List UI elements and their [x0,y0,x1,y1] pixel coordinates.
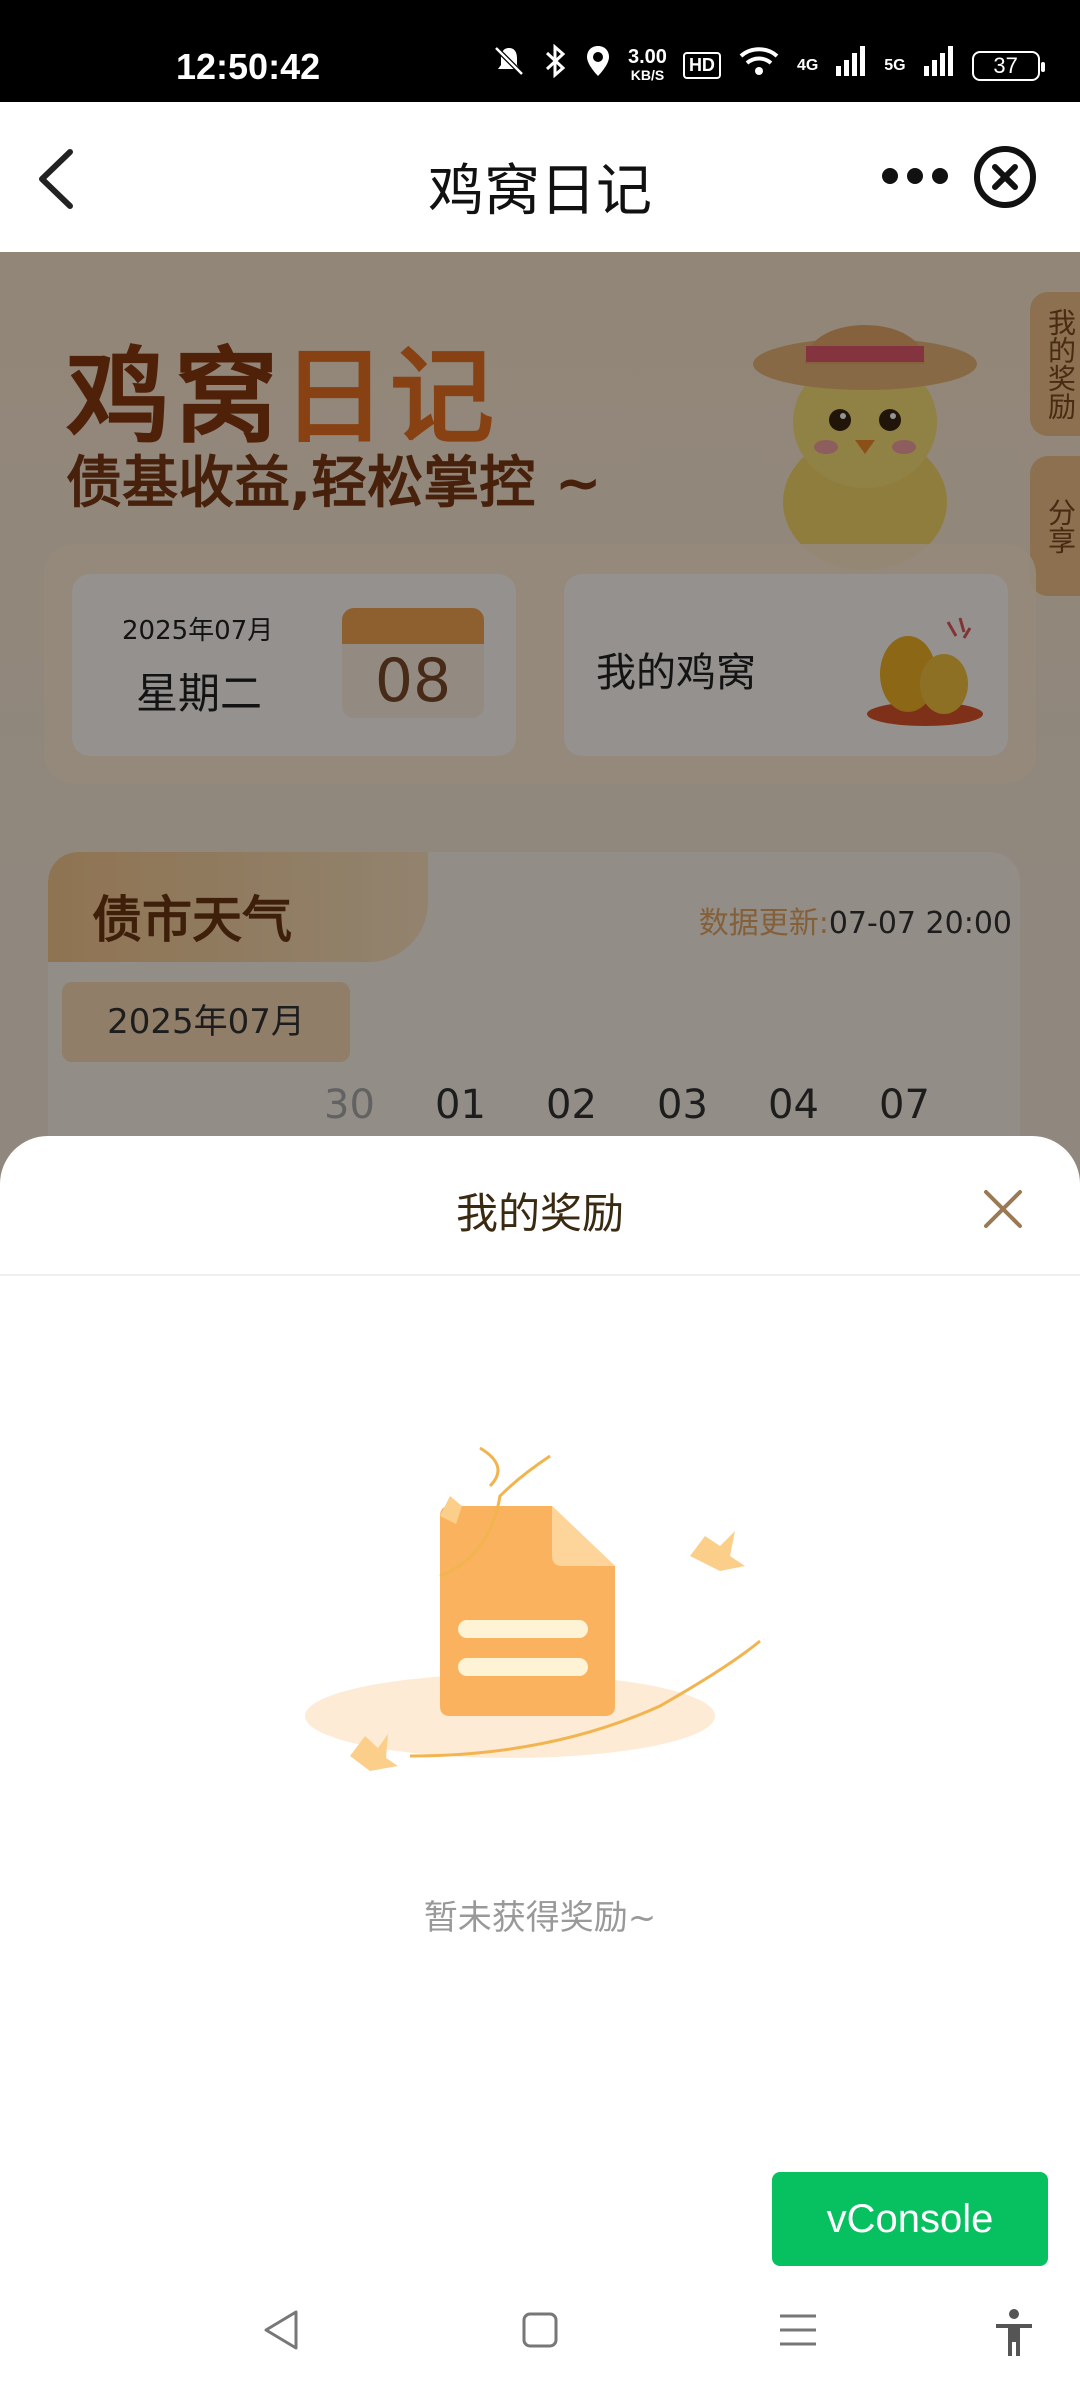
more-icon[interactable] [880,156,950,196]
signal-5g-label: 5G [884,56,906,74]
wifi-icon [737,44,781,87]
empty-document-icon [290,1436,790,1836]
signal-4g-label: 4G [796,56,819,74]
status-icons: 3.00 KB/S HD 4G 5G 37 [492,43,1045,87]
nav-home-icon[interactable] [520,2308,560,2352]
signal-icon [834,44,868,87]
nav-bar: 鸡窝日记 [0,102,1080,252]
close-miniprogram-icon[interactable] [972,144,1038,210]
empty-state-text: 暂未获得奖励~ [423,1898,657,1938]
network-speed: 3.00 KB/S [628,45,667,83]
mute-bell-icon [492,44,526,87]
reward-sheet: 我的奖励 暂未获得奖励~ [0,1136,1080,2266]
status-time: 12:50:42 [176,46,321,87]
signal-icon [922,44,956,87]
system-nav-bar [0,2266,1080,2400]
vconsole-button[interactable]: vConsole [772,2172,1048,2266]
status-bar: 12:50:42 3.00 KB/S HD 4G 5G 37 [0,0,1080,102]
hd-icon: HD [682,52,721,79]
nav-back-icon[interactable] [262,2308,302,2352]
battery-icon: 37 [971,50,1045,81]
accessibility-icon[interactable] [992,2308,1036,2358]
sheet-divider [0,1274,1080,1276]
sheet-title: 我的奖励 [455,1189,624,1238]
nav-menu-icon[interactable] [776,2308,820,2352]
bluetooth-icon [542,43,568,87]
close-icon[interactable] [978,1184,1028,1234]
location-icon [584,44,612,87]
